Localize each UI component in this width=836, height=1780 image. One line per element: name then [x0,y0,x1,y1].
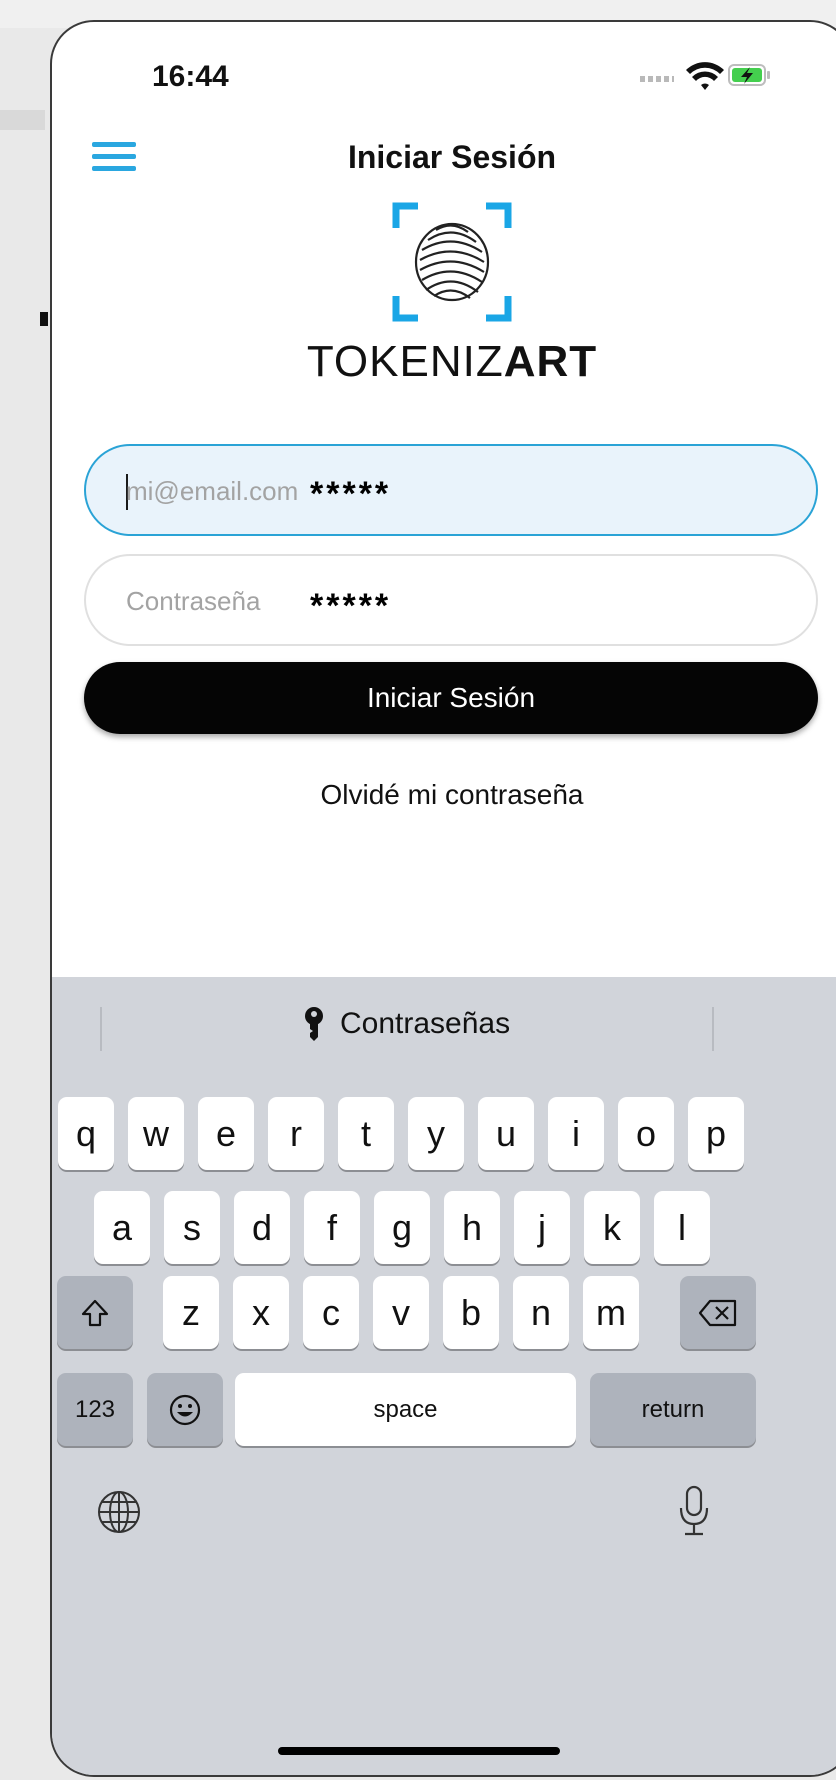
email-placeholder: mi@email.com [126,476,299,506]
key-j[interactable]: j [514,1191,570,1264]
suggestion-separator [100,1007,102,1051]
delete-key[interactable] [680,1276,756,1349]
page-title: Iniciar Sesión [347,139,557,175]
password-placeholder: Contraseña [126,586,261,616]
suggestion-label: Contraseñas [340,1007,511,1040]
battery-icon [728,64,770,86]
emoji-key[interactable] [147,1373,223,1446]
key-l[interactable]: l [654,1191,710,1264]
passwords-suggestion[interactable]: Contraseñas [302,1007,510,1041]
microphone-icon[interactable] [677,1484,711,1538]
key-r[interactable]: r [268,1097,324,1170]
numbers-key[interactable]: 123 [57,1373,133,1446]
backspace-icon [698,1299,737,1326]
key-a[interactable]: a [94,1191,150,1264]
status-time: 16:44 [152,60,229,93]
key-q[interactable]: q [58,1097,114,1170]
key-z[interactable]: z [163,1276,219,1349]
key-m[interactable]: m [583,1276,639,1349]
password-redaction-mask: ***** [310,587,392,625]
background-side [0,110,45,130]
key-d[interactable]: d [234,1191,290,1264]
key-b[interactable]: b [443,1276,499,1349]
key-o[interactable]: o [618,1097,674,1170]
shift-icon [81,1299,109,1326]
email-field[interactable]: mi@email.com ***** [84,444,818,536]
globe-icon[interactable] [96,1489,142,1535]
keyboard: Contraseñas qwertyuiop asdfghjkl zxcvbnm… [52,977,836,1775]
key-t[interactable]: t [338,1097,394,1170]
key-w[interactable]: w [128,1097,184,1170]
key-e[interactable]: e [198,1097,254,1170]
key-g[interactable]: g [374,1191,430,1264]
key-i[interactable]: i [548,1097,604,1170]
key-p[interactable]: p [688,1097,744,1170]
key-n[interactable]: n [513,1276,569,1349]
forgot-password-link[interactable]: Olvidé mi contraseña [52,779,836,811]
space-key[interactable]: space [235,1373,576,1446]
key-h[interactable]: h [444,1191,500,1264]
key-s[interactable]: s [164,1191,220,1264]
suggestion-separator [712,1007,714,1051]
key-f[interactable]: f [304,1191,360,1264]
fingerprint-logo-icon [392,202,512,322]
signal-icon [640,76,674,82]
return-key[interactable]: return [590,1373,756,1446]
emoji-icon [169,1394,201,1425]
brand-wordmark: TOKENIZART [306,337,598,386]
email-redaction-mask: ***** [310,475,392,513]
key-y[interactable]: y [408,1097,464,1170]
wifi-icon [686,62,724,90]
key-x[interactable]: x [233,1276,289,1349]
key-v[interactable]: v [373,1276,429,1349]
phone-screen: 16:44 Iniciar Sesión TOKENIZART mi@email… [50,20,836,1777]
key-k[interactable]: k [584,1191,640,1264]
key-icon [305,1007,323,1041]
password-field[interactable]: Contraseña ***** [84,554,818,646]
login-button[interactable]: Iniciar Sesión [84,662,818,734]
background-mark [40,312,48,326]
key-c[interactable]: c [303,1276,359,1349]
home-indicator [278,1747,560,1755]
key-u[interactable]: u [478,1097,534,1170]
shift-key[interactable] [57,1276,133,1349]
